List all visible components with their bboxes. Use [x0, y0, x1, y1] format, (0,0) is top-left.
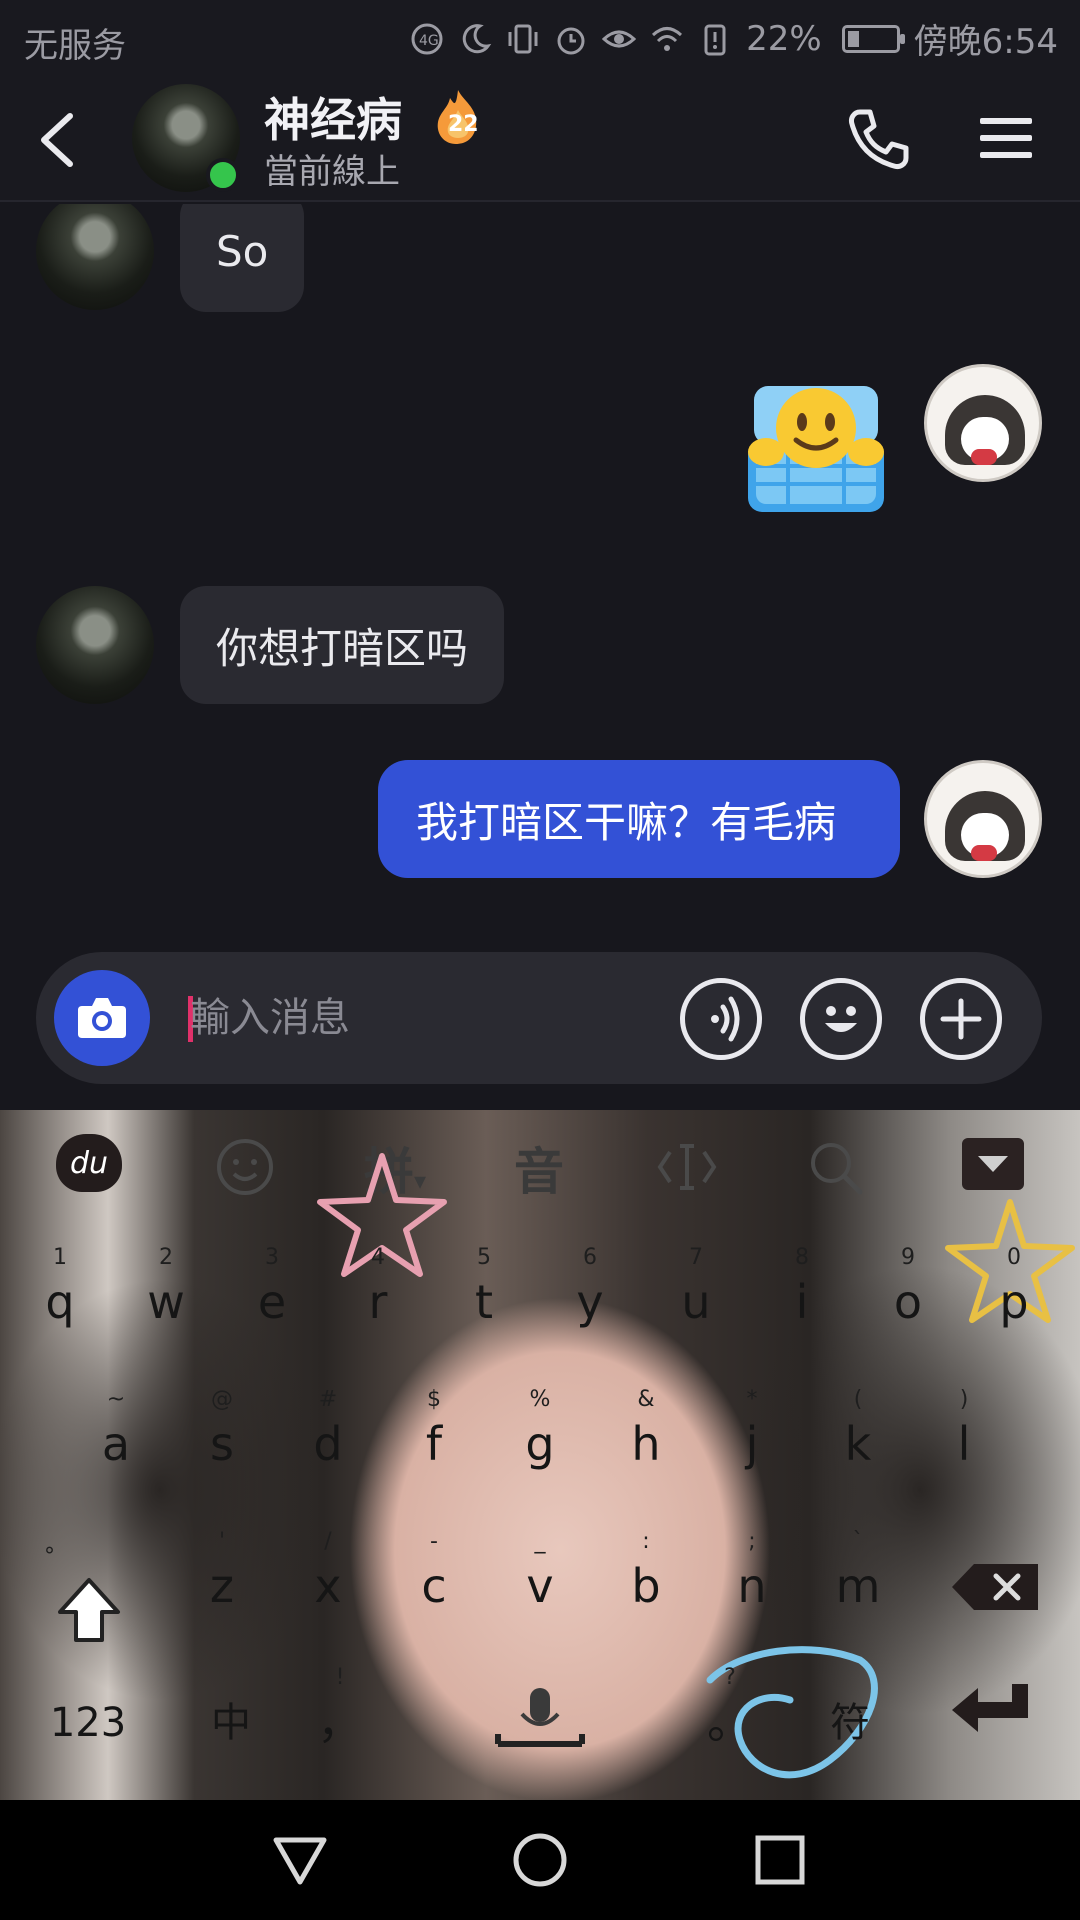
back-triangle-icon[interactable] [270, 1830, 330, 1890]
alarm-icon [554, 22, 588, 56]
key-c[interactable]: -c [386, 1528, 482, 1648]
clock: 傍晚6:54 [913, 22, 1058, 62]
key-o[interactable]: 9o [860, 1244, 956, 1364]
contact-avatar-small[interactable] [36, 586, 154, 704]
keyboard-toolbar: du 拼▾ 音 [0, 1110, 1080, 1220]
carrier-label: 无服务 [24, 26, 126, 66]
voice-input-mode[interactable]: 音 [514, 1132, 564, 1204]
key-m[interactable]: ` m [810, 1528, 906, 1648]
enter-key[interactable] [948, 1678, 1036, 1748]
message-bubble-incoming[interactable]: So [180, 204, 305, 312]
key-n[interactable]: ; n [704, 1528, 800, 1648]
wifi-icon [650, 22, 684, 56]
shift-key[interactable]: ° [44, 1540, 134, 1650]
key-j[interactable]: * j [704, 1386, 800, 1506]
my-avatar[interactable] [924, 364, 1042, 482]
back-button[interactable] [26, 104, 96, 174]
home-circle-icon[interactable] [510, 1830, 570, 1890]
message-input[interactable] [190, 988, 690, 1048]
key-g[interactable]: % g [492, 1386, 588, 1506]
message-bubble-outgoing[interactable]: 我打暗区干嘛？有毛病 [378, 760, 900, 878]
key-w[interactable]: 2w [118, 1244, 214, 1364]
microphone-icon [495, 1688, 585, 1747]
message-list[interactable]: So 你想打暗区吗 我打暗区干嘛？有毛病 [0, 204, 1080, 1110]
language-switch-key[interactable]: 中 [176, 1668, 286, 1778]
contact-avatar-small[interactable] [36, 204, 154, 310]
status-bar: 无服务 4G 22% 傍晚6:54 [0, 0, 1080, 76]
enter-arrow-icon [952, 1684, 1028, 1732]
key-h[interactable]: & h [598, 1386, 694, 1506]
space-key[interactable] [494, 1678, 586, 1762]
key-a[interactable]: ~ a [68, 1386, 164, 1506]
period-key[interactable]: ?。 [682, 1664, 778, 1784]
online-indicator [206, 158, 240, 192]
streak-count: 22 [448, 112, 479, 137]
voice-message-button[interactable] [680, 978, 762, 1060]
message-text: So [216, 226, 269, 276]
key-x[interactable]: / x [280, 1528, 376, 1648]
delete-key[interactable] [950, 1562, 1042, 1612]
comma-key[interactable]: !， [292, 1664, 388, 1784]
recents-square-icon[interactable] [750, 1830, 810, 1890]
shift-arrow-icon [58, 1578, 120, 1642]
on-screen-keyboard: du 拼▾ 音 1q 2w 3e 4r 5t 6y 7u 8i 9o 0p ~ a… [0, 1110, 1080, 1800]
message-text: 我打暗区干嘛？有毛病 [416, 797, 837, 847]
key-i[interactable]: 8i [754, 1244, 850, 1364]
key-l[interactable]: ) l [916, 1386, 1012, 1506]
vibrate-icon [506, 22, 540, 56]
eye-icon [601, 22, 637, 56]
battery-icon [841, 24, 905, 53]
menu-icon[interactable] [976, 110, 1036, 166]
my-avatar[interactable] [924, 760, 1042, 878]
key-y[interactable]: 6y [542, 1244, 638, 1364]
key-t[interactable]: 5t [436, 1244, 532, 1364]
emoji-button[interactable] [800, 978, 882, 1060]
contact-name: 神经病 [264, 93, 402, 147]
chat-header: 神经病 22 當前線上 [0, 76, 1080, 202]
keyboard-collapse-button[interactable] [962, 1138, 1024, 1190]
message-bubble-incoming[interactable]: 你想打暗区吗 [180, 586, 505, 704]
symbols-key[interactable]: 符 [792, 1668, 908, 1778]
moon-icon [458, 22, 492, 56]
streak-flame-icon: 22 [430, 86, 486, 146]
battery-alert-icon [698, 22, 732, 56]
message-text: 你想打暗区吗 [216, 623, 469, 673]
system-navigation-bar [0, 1800, 1080, 1920]
call-button[interactable] [846, 106, 912, 172]
key-r[interactable]: 4r [330, 1244, 426, 1364]
add-attachment-button[interactable] [920, 978, 1002, 1060]
key-d[interactable]: # d [280, 1386, 376, 1506]
keyboard-brand-logo[interactable]: du [56, 1134, 122, 1192]
backspace-icon [952, 1564, 1038, 1610]
key-f[interactable]: $ f [386, 1386, 482, 1506]
numbers-key[interactable]: 123 [30, 1668, 146, 1778]
key-z[interactable]: ' z [174, 1528, 270, 1648]
key-k[interactable]: (k [810, 1386, 906, 1506]
key-p[interactable]: 0p [966, 1244, 1062, 1364]
keyboard-search-icon[interactable] [806, 1138, 864, 1208]
camera-button[interactable] [54, 970, 150, 1066]
message-composer [36, 952, 1042, 1084]
key-v[interactable]: _ v [492, 1528, 588, 1648]
key-e[interactable]: 3e [224, 1244, 320, 1364]
data-icon: 4G [410, 22, 444, 56]
keyboard-emoji-icon[interactable] [214, 1136, 276, 1210]
key-s[interactable]: @ s [174, 1386, 270, 1506]
contact-status: 當前線上 [264, 152, 400, 192]
key-u[interactable]: 7u [648, 1244, 744, 1364]
key-q[interactable]: 1q [12, 1244, 108, 1364]
svg-text:4G: 4G [419, 33, 439, 49]
battery-percent: 22% [746, 18, 822, 59]
emoji-in-bed-sticker[interactable] [744, 382, 888, 516]
cursor-move-icon[interactable] [656, 1140, 718, 1206]
key-b[interactable]: :b [598, 1528, 694, 1648]
